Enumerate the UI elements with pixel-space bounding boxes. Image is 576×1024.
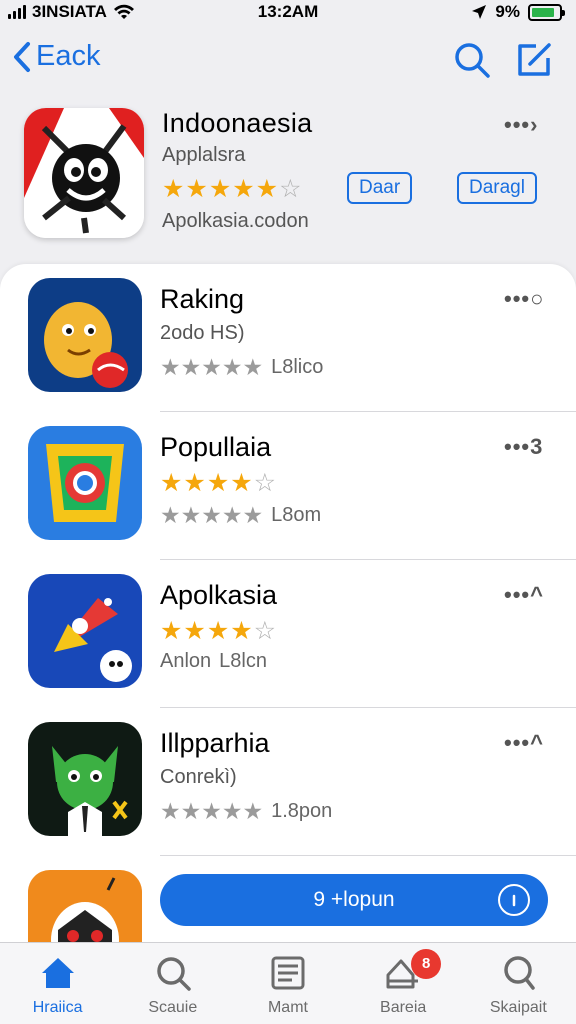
tab-label: Bareia [380,999,427,1016]
featured-app[interactable]: Indoonaesia Applalsra ★★★★★☆ Apolkasia.c… [0,100,576,250]
rating-stars: ★★★★★ [160,354,264,380]
filled-stars: ★★★★ [160,617,254,645]
illpparhia-app-icon [28,722,142,836]
tab-label: Scauie [148,999,198,1016]
rating-text: 1.8pon [271,800,333,822]
battery-icon [528,3,565,21]
raking-subtitle: 2odo HS) [160,322,245,344]
clock-icon [498,884,530,916]
account-icon [504,956,536,990]
featured-rating-stars: ★★★★★☆ [162,174,302,204]
tab-label: Mamt [267,999,308,1016]
empty-star: ☆ [253,617,278,645]
list-item-apolkasia[interactable]: Apolkasia ★★★★☆ Anlon L8lcn •••^ [0,560,576,708]
tab-account[interactable]: Skaipait [468,943,568,1024]
tab-updates[interactable]: 8 Bareia [353,943,453,1024]
rating-text: L8lcn [219,650,267,672]
cta-label: 9 +lopun [313,888,395,911]
filled-stars: ★★★★★ [162,175,280,203]
illpparhia-more-button[interactable]: •••^ [504,730,544,756]
list-item-popullaia[interactable]: Popullaia ★★★★☆ ★★★★★ L8om •••3 [0,412,576,560]
featured-app-subtitle: Applalsra [162,144,246,166]
status-right: 9% [471,2,565,22]
apolkasia-gold-rating: ★★★★☆ [160,616,277,646]
filled-stars: ★★★★ [160,469,254,497]
apolkasia-rating: Anlon L8lcn [160,650,267,673]
home-icon [41,958,74,988]
rating-stars: ★★★★★ [160,798,264,824]
carrier-label: 3INSIATA [32,2,107,21]
compose-button[interactable] [514,40,554,80]
tab-label: Skaipait [489,999,547,1016]
featured-button-daragl[interactable]: Daragl [457,172,537,204]
tab-bar: Hraiica Scauie Mamt 8 Bareia Skaipait [0,942,576,1024]
raking-rating: ★★★★★ L8lico [160,354,323,381]
wifi-icon [113,4,134,19]
location-arrow-icon [472,5,487,19]
featured-button-daar[interactable]: Daar [347,172,413,204]
list-item-raking[interactable]: Raking 2odo HS) ★★★★★ L8lico •••○ [0,264,576,412]
rating-stars: ★★★★★ [160,502,264,528]
apolkasia-more-button[interactable]: •••^ [504,582,544,608]
empty-star: ☆ [253,469,278,497]
search-icon [157,957,191,991]
back-label: Eack [36,40,101,72]
popullaia-more-button[interactable]: •••3 [504,434,543,460]
popullaia-title: Popullaia [160,432,272,462]
empty-star: ☆ [279,175,303,203]
tab-search[interactable]: Scauie [123,943,223,1024]
search-button[interactable] [452,40,492,80]
back-button[interactable]: Eack [12,40,100,73]
featured-app-title: Indoonaesia [162,108,313,138]
rating-text: L8lico [271,356,324,378]
chevron-left-icon [14,41,30,72]
raking-title: Raking [160,284,245,314]
raking-app-icon [28,278,142,392]
illpparhia-title: Illpparhia [160,728,270,758]
illpparhia-subtitle: Conrekì) [160,766,237,788]
app-list: Raking 2odo HS) ★★★★★ L8lico •••○ Popull… [0,264,576,964]
tab-label: Hraiica [32,999,83,1016]
list-item-illpparhia[interactable]: Illpparhia Conrekì) ★★★★★ 1.8pon •••^ [0,708,576,856]
illpparhia-rating: ★★★★★ 1.8pon [160,798,332,825]
apolkasia-app-icon [28,574,142,688]
compose-icon [518,43,551,76]
tab-news[interactable]: Mamt [238,943,338,1024]
popullaia-gold-rating: ★★★★☆ [160,468,277,498]
featured-more-button[interactable]: •••› [504,112,538,138]
news-icon [271,956,305,990]
battery-percent: 9% [495,2,520,21]
battery-level [532,7,555,17]
featured-app-icon [24,108,144,238]
popullaia-app-icon [28,426,142,540]
status-bar: 3INSIATA 13:2AM 9% [0,0,576,26]
rating-prefix: Anlon [160,650,212,672]
apolkasia-title: Apolkasia [160,580,278,610]
featured-app-developer: Apolkasia.codon [162,210,309,232]
rating-text: L8om [271,504,322,526]
raking-more-button[interactable]: •••○ [504,286,544,312]
cta-button[interactable]: 9 +lopun [160,874,548,926]
signal-icon [8,5,26,19]
notification-badge: 8 [411,949,442,979]
tab-home[interactable]: Hraiica [8,943,108,1024]
status-left: 3INSIATA [8,2,135,22]
search-icon [455,43,490,78]
popullaia-rating: ★★★★★ L8om [160,502,321,529]
nav-bar: Eack [0,34,576,84]
